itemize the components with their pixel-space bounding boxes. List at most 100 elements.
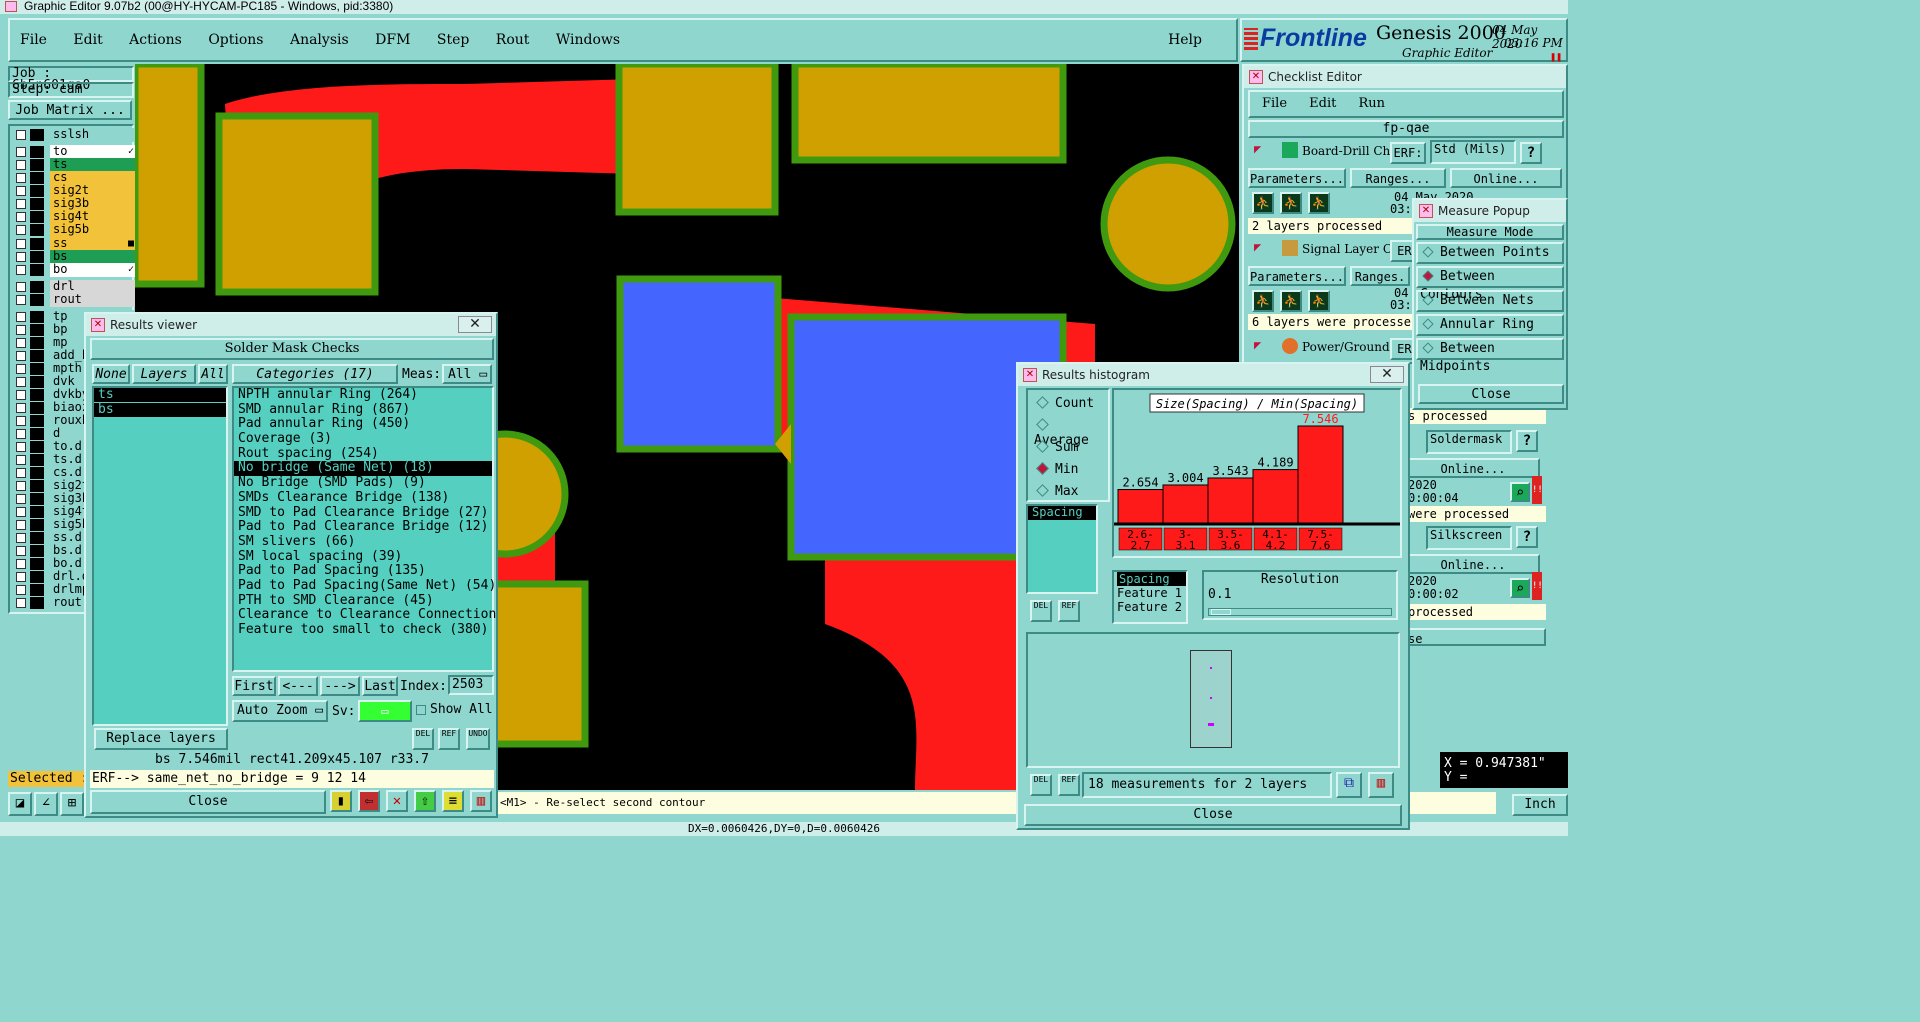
layer-checkbox[interactable] [16, 130, 26, 140]
check-flag-icon[interactable]: ◤ [1254, 338, 1261, 352]
sv-dropdown[interactable]: ▭ [358, 700, 412, 722]
parameters-button[interactable]: Parameters... [1248, 168, 1346, 188]
category-item[interactable]: SMD to Pad Clearance Bridge (27) [234, 505, 492, 521]
histogram-close-button[interactable]: Close [1024, 804, 1402, 826]
layer-item[interactable]: bs [94, 403, 226, 417]
menu-analysis[interactable]: Analysis [290, 32, 349, 48]
layer-checkbox[interactable] [16, 173, 26, 183]
tool-measure[interactable]: ∠ [34, 792, 58, 816]
prev-button[interactable]: <--- [278, 676, 318, 696]
help-button[interactable]: ? [1516, 526, 1538, 548]
tool-icon[interactable]: ≡ [442, 790, 464, 812]
checklist-menu-edit[interactable]: Edit [1309, 96, 1336, 111]
category-item[interactable]: Coverage (3) [234, 431, 492, 447]
category-item[interactable]: Pad to Pad Clearance Bridge (12) [234, 519, 492, 535]
layer-row-bo[interactable]: bo ✓ [12, 263, 136, 277]
menu-options[interactable]: Options [208, 32, 263, 48]
layer-item[interactable]: ts [94, 388, 226, 402]
layer-checkbox[interactable] [16, 598, 26, 608]
tool-icon[interactable]: ✕ [386, 790, 408, 812]
close-icon[interactable]: ✕ [1370, 366, 1404, 383]
layer-checkbox[interactable] [16, 295, 26, 305]
layer-checkbox[interactable] [16, 585, 26, 595]
ref-button[interactable]: REF [1058, 600, 1080, 622]
checklist-close-partial[interactable]: se [1406, 628, 1546, 646]
help-button[interactable]: ? [1516, 430, 1538, 452]
chart-icon[interactable]: ▥ [470, 790, 492, 812]
category-item[interactable]: SM slivers (66) [234, 534, 492, 550]
tool-icon[interactable]: ▮ [330, 790, 352, 812]
layer-checkbox[interactable] [16, 377, 26, 387]
measure-mode-option[interactable]: Between Midpoints [1416, 338, 1564, 374]
category-item[interactable]: Feature too small to check (380) [234, 622, 492, 638]
undo-button[interactable]: UNDO [466, 728, 490, 750]
layers-list[interactable]: ts bs [92, 386, 228, 726]
checklist-menu-run[interactable]: Run [1359, 96, 1386, 111]
run-icon[interactable]: ⛹ [1308, 290, 1330, 312]
aggregate-option-min[interactable]: Min [1034, 462, 1078, 477]
layer-checkbox[interactable] [16, 199, 26, 209]
layer-checkbox[interactable] [16, 416, 26, 426]
menu-rout[interactable]: Rout [496, 32, 530, 48]
aggregate-option-sum[interactable]: Sum [1034, 440, 1078, 455]
layer-checkbox[interactable] [16, 338, 26, 348]
layer-checkbox[interactable] [16, 364, 26, 374]
layer-row-to[interactable]: to ✓ [12, 145, 136, 159]
menu-file[interactable]: File [20, 32, 47, 48]
category-item[interactable]: SM local spacing (39) [234, 549, 492, 565]
next-button[interactable]: ---> [320, 676, 360, 696]
category-item[interactable]: NPTH annular Ring (264) [234, 387, 492, 403]
field-item[interactable]: Spacing [1028, 506, 1096, 520]
menu-actions[interactable]: Actions [129, 32, 182, 48]
index-input[interactable]: 2503 [448, 675, 494, 695]
show-all-checkbox[interactable] [416, 705, 426, 715]
categories-list[interactable]: NPTH annular Ring (264) SMD annular Ring … [232, 386, 496, 672]
layer-checkbox[interactable] [16, 481, 26, 491]
run-icon[interactable]: ⛹ [1280, 290, 1302, 312]
layer-row-rout[interactable]: rout [12, 293, 136, 307]
layer-checkbox[interactable] [16, 455, 26, 465]
layers-all-button[interactable]: All [198, 364, 228, 384]
layer-checkbox[interactable] [16, 225, 26, 235]
ref-button[interactable]: REF [438, 728, 460, 750]
menu-step[interactable]: Step [437, 32, 469, 48]
close-icon[interactable]: ✕ [458, 316, 492, 333]
menu-dfm[interactable]: DFM [375, 32, 410, 48]
field-spacing[interactable]: Spacing [1117, 572, 1186, 586]
category-item[interactable]: No bridge (Same Net) (18) [234, 461, 492, 477]
measure-mode-option[interactable]: Between Contours [1416, 266, 1564, 302]
layer-row-ss[interactable]: ss ■ [12, 237, 136, 251]
layer-checkbox[interactable] [16, 390, 26, 400]
auto-zoom-dropdown[interactable]: Auto Zoom ▭ [232, 700, 328, 722]
layer-checkbox[interactable] [16, 212, 26, 222]
results-close-button[interactable]: Close [90, 790, 326, 814]
meas-dropdown[interactable]: All ▭ [442, 364, 492, 384]
select-icon[interactable]: ⧉ [1336, 772, 1362, 798]
del-button[interactable]: DEL [412, 728, 434, 750]
check-flag-icon[interactable]: ◤ [1254, 142, 1261, 156]
slider-thumb[interactable] [1211, 609, 1231, 615]
aggregate-option-count[interactable]: Count [1034, 396, 1094, 411]
measure-mode-option[interactable]: Between Points [1416, 242, 1564, 264]
category-item[interactable]: Pad annular Ring (450) [234, 417, 492, 432]
aggregate-option-max[interactable]: Max [1034, 484, 1078, 499]
run-icon[interactable]: ⛹ [1308, 192, 1330, 214]
layer-checkbox[interactable] [16, 572, 26, 582]
ranges-button[interactable]: Ranges... [1350, 168, 1446, 188]
run-icon[interactable]: ⛹ [1252, 192, 1274, 214]
run-icon[interactable]: ⛹ [1280, 192, 1302, 214]
histogram-field-list[interactable]: Spacing [1026, 504, 1098, 594]
menu-help[interactable]: Help [1168, 20, 1202, 60]
layer-checkbox[interactable] [16, 559, 26, 569]
layer-row-ts[interactable]: ts [12, 158, 136, 172]
chart-icon[interactable]: ▥ [1368, 772, 1394, 798]
layer-checkbox[interactable] [16, 239, 26, 249]
unit-selector[interactable]: Inch [1512, 794, 1568, 816]
layer-row-bs[interactable]: bs [12, 250, 136, 264]
measure-mode-option[interactable]: Annular Ring [1416, 314, 1564, 336]
checklist-row-label[interactable]: Board-Drill Che [1302, 144, 1397, 158]
category-item[interactable]: No Bridge (SMD Pads) (9) [234, 475, 492, 491]
layer-checkbox[interactable] [16, 186, 26, 196]
replace-layers-button[interactable]: Replace layers [94, 728, 228, 750]
category-item[interactable]: PTH to SMD Clearance (45) [234, 593, 492, 609]
